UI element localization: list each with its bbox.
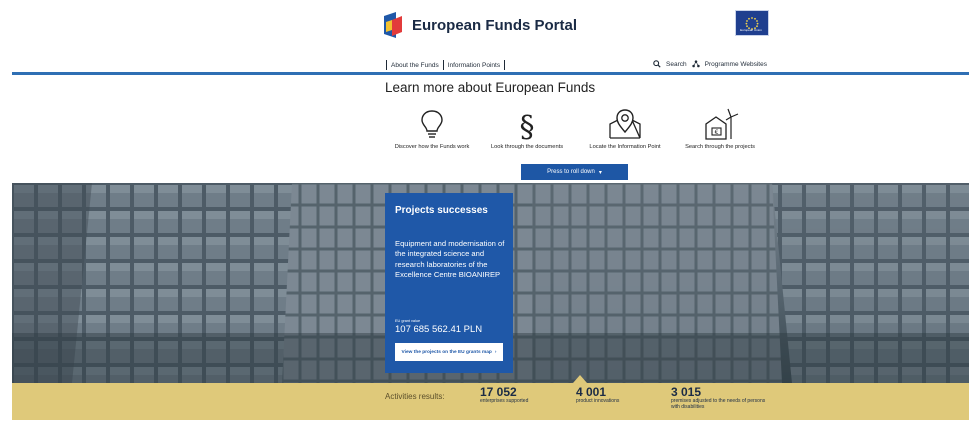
card-description: Equipment and modernisation of the integ…: [395, 239, 505, 279]
paragraph-icon: §: [520, 110, 535, 140]
svg-text:§: §: [520, 110, 535, 140]
svg-text:€: €: [715, 129, 719, 136]
stat-innovations: 4 001 product innovations: [576, 386, 619, 405]
search-icon[interactable]: [653, 60, 661, 68]
project-success-card: Projects successes Equipment and moderni…: [385, 193, 513, 373]
wind-turbine-icon: €: [705, 108, 739, 140]
brand-name: European Funds Portal: [412, 16, 578, 34]
map-pin-icon: [609, 109, 641, 139]
programme-websites-link[interactable]: Programme Websites: [705, 61, 767, 68]
feature-label: Locate the Information Point: [589, 144, 661, 150]
stat-caption: enterprises supported: [480, 398, 529, 404]
feature-how-funds-work[interactable]: Discover how the Funds work: [387, 108, 477, 150]
active-stat-pointer: [573, 375, 587, 383]
stat-caption: premises adjusted to the needs of person…: [671, 398, 766, 410]
eu-funds-logo-icon: [384, 12, 402, 38]
card-title: Projects successes: [395, 205, 488, 216]
lightbulb-icon: [421, 110, 443, 138]
roll-down-label: Press to roll down: [547, 169, 595, 175]
view-projects-map-label: View the projects on the EU grants map: [401, 349, 492, 355]
feature-label: Search through the projects: [685, 144, 755, 150]
nav-about-funds[interactable]: About the Funds: [391, 62, 439, 69]
feature-links: Discover how the Funds work § Look throu…: [383, 108, 765, 158]
feature-label: Discover how the Funds work: [394, 144, 470, 150]
grant-value-label: EU grant value: [395, 319, 421, 323]
roll-down-button[interactable]: Press to roll down ▾: [521, 164, 628, 180]
feature-search-projects[interactable]: € Search through the projects: [675, 108, 765, 150]
chevron-right-icon: ›: [494, 349, 497, 355]
nav-separator: [442, 60, 444, 70]
nav-information-points[interactable]: Information Points: [448, 62, 500, 69]
stat-enterprises: 17 052 enterprises supported: [480, 386, 528, 405]
brand-logo[interactable]: European Funds Portal: [382, 10, 577, 40]
activities-results-label: Activities results:: [385, 392, 445, 401]
stat-premises: 3 015 premises adjusted to the needs of …: [671, 386, 771, 410]
chevron-down-icon: ▾: [598, 169, 602, 176]
eu-caption: European Union: [740, 28, 762, 32]
nav-separator: [504, 60, 506, 70]
top-navigation: About the Funds Information Points: [382, 60, 509, 70]
search-link[interactable]: Search: [666, 61, 687, 68]
nav-separator: [386, 60, 387, 70]
feature-information-point[interactable]: Locate the Information Point: [579, 108, 671, 150]
stat-caption: product innovations: [576, 398, 620, 404]
utility-navigation: Search Programme Websites: [653, 60, 767, 68]
view-projects-map-button[interactable]: View the projects on the EU grants map ›: [395, 343, 503, 361]
programme-websites-icon[interactable]: [691, 60, 700, 68]
header-divider: [12, 72, 969, 75]
eu-flag: [735, 10, 769, 36]
feature-documents[interactable]: § Look through the documents: [481, 108, 573, 150]
learn-more-heading: Learn more about European Funds: [385, 80, 596, 95]
grant-value: 107 685 562.41 PLN: [395, 324, 483, 335]
feature-label: Look through the documents: [490, 144, 564, 150]
